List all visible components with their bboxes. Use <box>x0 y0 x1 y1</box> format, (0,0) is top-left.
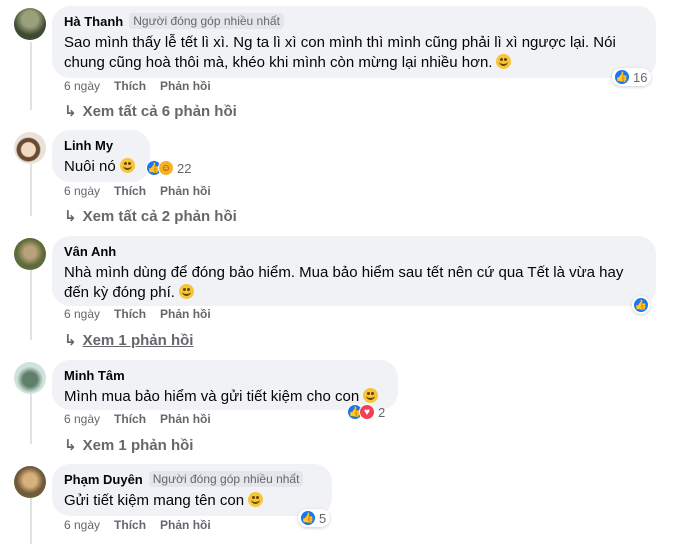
like-button[interactable]: Thích <box>114 79 146 93</box>
comment-actions: 6 ngày Thích Phản hồi <box>64 307 211 321</box>
smiling-emoji-icon <box>363 388 379 403</box>
view-replies-link[interactable]: ↳ Xem tất cả 6 phản hồi <box>64 102 237 121</box>
comment-actions: 6 ngày Thích Phản hồi <box>64 184 211 198</box>
reaction-count: 16 <box>633 69 648 85</box>
haha-reaction-icon: ☺ <box>158 160 174 176</box>
comment-author[interactable]: Vân Anh <box>64 244 116 259</box>
comment-author[interactable]: Phạm Duyên <box>64 472 143 487</box>
reaction-summary[interactable]: 👍 16 <box>612 68 652 86</box>
avatar[interactable] <box>14 238 46 270</box>
like-reaction-icon: 👍 <box>300 510 316 526</box>
view-replies-link[interactable]: ↳ Xem tất cả 2 phản hồi <box>64 207 237 226</box>
avatar[interactable] <box>14 132 46 164</box>
love-reaction-icon: ♥ <box>359 404 375 420</box>
top-contributor-badge[interactable]: Người đóng góp nhiều nhất <box>148 471 304 487</box>
laughing-emoji-icon <box>496 54 512 69</box>
like-button[interactable]: Thích <box>114 184 146 198</box>
comment-author[interactable]: Minh Tâm <box>64 368 125 383</box>
reaction-count: 22 <box>177 160 192 176</box>
like-reaction-icon: 👍 <box>633 297 649 313</box>
comment-time[interactable]: 6 ngày <box>64 307 100 321</box>
reaction-summary[interactable]: 👍 <box>632 296 650 314</box>
reaction-count: 5 <box>319 510 327 526</box>
thread-line <box>30 270 32 340</box>
comment-bubble: Phạm Duyên Người đóng góp nhiều nhất Gửi… <box>52 464 332 516</box>
reply-button[interactable]: Phản hồi <box>160 412 211 426</box>
comment-bubble: Linh My Nuôi nó <box>52 130 150 182</box>
flushed-emoji-icon <box>178 284 194 299</box>
view-replies-label: Xem tất cả 2 phản hồi <box>82 207 237 225</box>
reply-button[interactable]: Phản hồi <box>160 518 211 532</box>
comment-time[interactable]: 6 ngày <box>64 518 100 532</box>
like-reaction-icon: 👍 <box>614 69 630 85</box>
like-button[interactable]: Thích <box>114 412 146 426</box>
smiling-emoji-icon <box>119 158 135 173</box>
laughing-emoji-icon <box>248 492 264 507</box>
comment-actions: 6 ngày Thích Phản hồi <box>64 79 211 93</box>
comment-time[interactable]: 6 ngày <box>64 184 100 198</box>
like-button[interactable]: Thích <box>114 518 146 532</box>
view-replies-link[interactable]: ↳ Xem 1 phản hồi <box>64 436 194 455</box>
comment-actions: 6 ngày Thích Phản hồi <box>64 412 211 426</box>
reply-button[interactable]: Phản hồi <box>160 307 211 321</box>
top-contributor-badge[interactable]: Người đóng góp nhiều nhất <box>129 13 284 29</box>
reaction-summary[interactable]: 👍 ♥ 2 <box>345 403 389 421</box>
comment-bubble: Hà Thanh Người đóng góp nhiều nhất Sao m… <box>52 6 656 78</box>
avatar[interactable] <box>14 8 46 40</box>
like-button[interactable]: Thích <box>114 307 146 321</box>
comment-text: Nuôi nó <box>64 157 138 177</box>
view-replies-label: Xem 1 phản hồi <box>82 436 194 454</box>
view-replies-label: Xem 1 phản hồi <box>82 331 194 349</box>
comment-text: Nhà mình dùng để đóng bảo hiểm. Mua bảo … <box>64 264 624 301</box>
reaction-count: 2 <box>378 404 386 420</box>
comment-author[interactable]: Linh My <box>64 138 113 153</box>
thread-line <box>30 164 32 216</box>
comment-text: Mình mua bảo hiểm và gửi tiết kiệm cho c… <box>64 387 386 407</box>
comment-text: Gửi tiết kiệm mang tên con <box>64 491 320 511</box>
comment-time[interactable]: 6 ngày <box>64 412 100 426</box>
comment-text: Sao mình thấy lễ tết lì xì. Ng ta lì xì … <box>64 34 616 71</box>
avatar[interactable] <box>14 466 46 498</box>
thread-line <box>30 42 32 110</box>
avatar[interactable] <box>14 362 46 394</box>
comment-bubble: Vân Anh Nhà mình dùng để đóng bảo hiểm. … <box>52 236 656 306</box>
reaction-summary[interactable]: 👍 5 <box>298 509 331 527</box>
view-replies-label: Xem tất cả 6 phản hồi <box>82 102 237 120</box>
thread-line <box>30 394 32 444</box>
reply-button[interactable]: Phản hồi <box>160 184 211 198</box>
reply-button[interactable]: Phản hồi <box>160 79 211 93</box>
comment-author[interactable]: Hà Thanh <box>64 14 123 29</box>
reply-arrow-icon: ↳ <box>64 437 77 454</box>
thread-line <box>30 498 32 544</box>
comment-bubble: Minh Tâm Mình mua bảo hiểm và gửi tiết k… <box>52 360 398 410</box>
reply-arrow-icon: ↳ <box>64 103 77 120</box>
reaction-summary[interactable]: 👍 ☺ 22 <box>144 159 195 177</box>
reply-arrow-icon: ↳ <box>64 332 77 349</box>
comment-time[interactable]: 6 ngày <box>64 79 100 93</box>
reply-arrow-icon: ↳ <box>64 208 77 225</box>
comment-actions: 6 ngày Thích Phản hồi <box>64 518 211 532</box>
view-replies-link[interactable]: ↳ Xem 1 phản hồi <box>64 331 194 350</box>
